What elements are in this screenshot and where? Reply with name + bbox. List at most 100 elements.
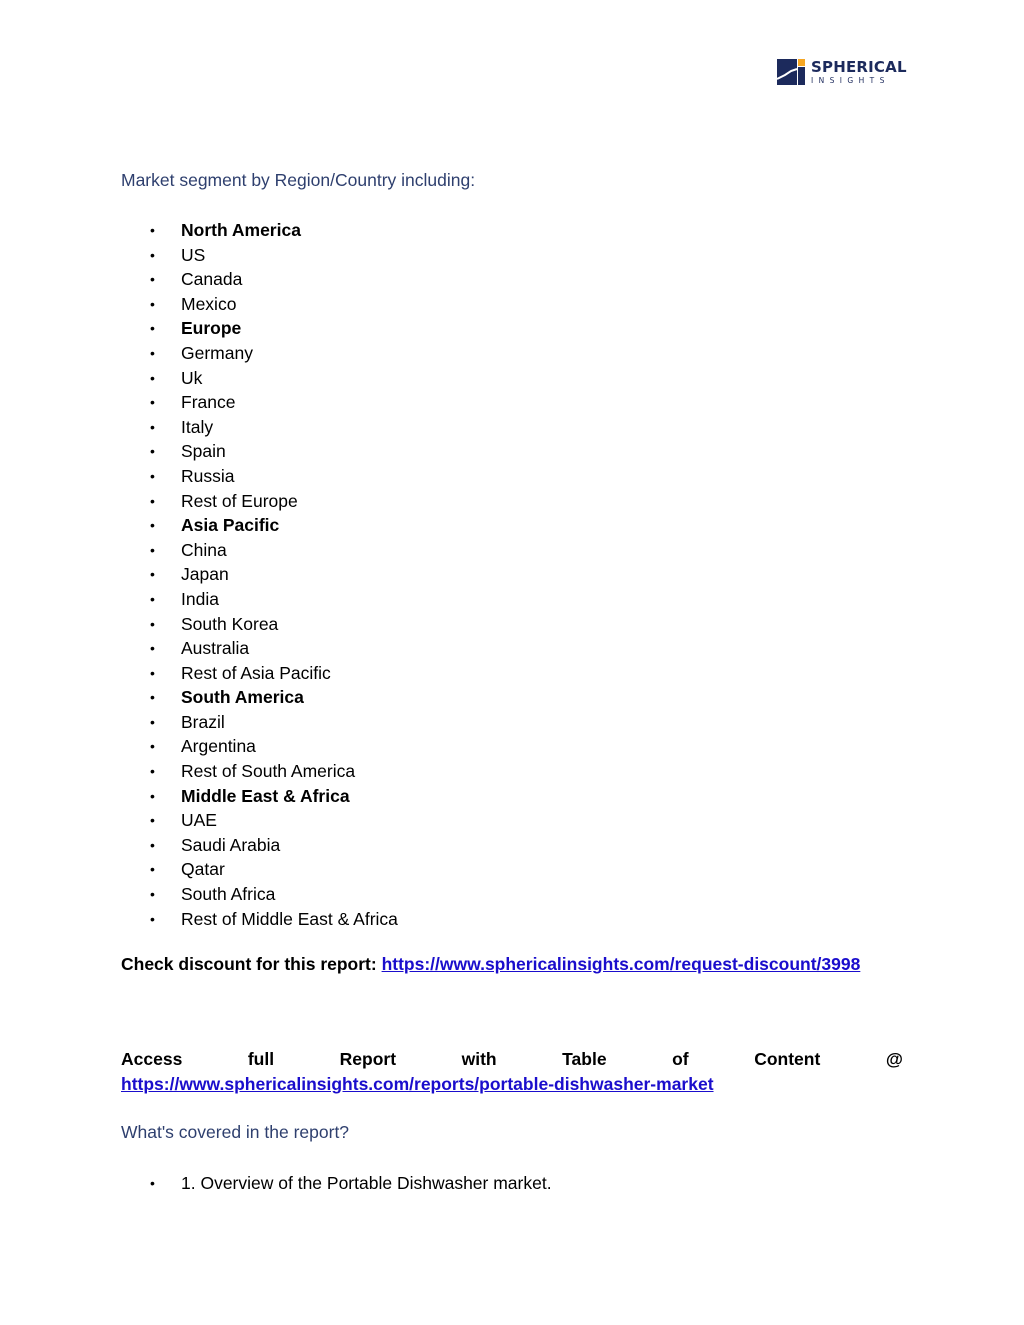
bullet-icon: • [150,615,155,632]
bullet-icon: • [150,443,155,460]
bullet-icon: • [150,222,155,238]
list-item-label: Russia [181,465,235,486]
access-report-line: Access full Report with Table of Content @ [121,1049,903,1070]
bullet-icon: • [150,394,155,411]
discount-label: Check discount for this report: [121,954,382,974]
bullet-icon: • [150,467,155,484]
bullet-icon: • [150,541,155,558]
list-item-label: China [181,539,227,560]
list-item-label: Europe [181,318,242,339]
region-heading-item: • South America [121,685,398,710]
bullet-icon: • [150,369,155,386]
country-item: • Russia [121,464,398,489]
list-item-label: Rest of Asia Pacific [181,662,331,683]
access-word: Content [754,1049,821,1069]
bullet-icon: • [150,640,155,657]
country-item: • Rest of Asia Pacific [121,661,398,686]
list-item-label: US [181,244,206,265]
country-item: • Japan [121,562,398,587]
report-link[interactable]: https://www.sphericalinsights.com/report… [121,1074,714,1094]
list-item-label: UAE [181,810,217,831]
covered-item: • 1. Overview of the Portable Dishwasher … [121,1171,552,1196]
bullet-icon: • [150,295,155,312]
list-item-label: Rest of South America [181,761,356,782]
discount-link[interactable]: https://www.sphericalinsights.com/reques… [382,954,861,974]
list-item-label: Asia Pacific [181,515,280,536]
country-item: • Argentina [121,734,398,759]
spherical-insights-logo: SPHERICAL INSIGHTS [777,59,907,85]
region-heading-item: • Asia Pacific [121,513,398,538]
bullet-icon: • [150,271,155,288]
country-item: • China [121,538,398,563]
list-item-label: Brazil [181,711,225,732]
segment-heading: Market segment by Region/Country includi… [121,170,476,190]
bullet-icon: • [150,689,155,706]
list-item-label: Australia [181,638,250,659]
list-item-label: North America [181,220,301,240]
country-item: • Saudi Arabia [121,833,398,858]
access-word: Report [339,1049,397,1069]
bullet-icon: • [150,664,155,681]
list-item-label: Argentina [181,736,256,757]
country-item: • Qatar [121,857,398,882]
discount-line: Check discount for this report: https://… [121,954,860,975]
region-heading-item: • Europe [121,316,398,341]
list-item-label: France [181,392,236,413]
list-item-label: Qatar [181,859,225,880]
list-item-label: South Africa [181,884,276,905]
region-heading-item: • Middle East & Africa [121,784,398,809]
country-item: • Uk [121,366,398,391]
country-item: • Mexico [121,292,398,317]
country-item: • Spain [121,439,398,464]
bullet-icon: • [150,910,155,927]
list-item-label: India [181,588,219,609]
access-word: full [247,1049,275,1069]
country-item: • France [121,390,398,415]
access-word: of [672,1049,689,1069]
bullet-icon: • [150,1175,155,1191]
logo-mark-icon [777,59,805,85]
access-word: @ [885,1049,903,1069]
bullet-icon: • [150,836,155,853]
access-word: Table [562,1049,607,1069]
country-item: • India [121,587,398,612]
country-item: • UAE [121,808,398,833]
country-item: • Rest of South America [121,759,398,784]
list-item-label: South Korea [181,613,279,634]
list-item-label: Middle East & Africa [181,785,350,806]
bullet-icon: • [150,812,155,829]
list-item-label: Mexico [181,293,237,314]
country-item: • Rest of Middle East & Africa [121,907,398,932]
bullet-icon: • [150,713,155,730]
bullet-icon: • [150,517,155,534]
access-word: Access [121,1049,183,1069]
bullet-icon: • [150,320,155,337]
country-item: • Rest of Europe [121,489,398,514]
covered-item-label: 1. Overview of the Portable Dishwasher m… [181,1173,552,1193]
list-item-label: Uk [181,367,203,388]
bullet-icon: • [150,738,155,755]
bullet-icon: • [150,566,155,583]
list-item-label: Japan [181,564,229,585]
covered-list: • 1. Overview of the Portable Dishwasher … [121,1171,552,1196]
bullet-icon: • [150,492,155,509]
covered-heading: What's covered in the report? [121,1122,350,1142]
report-link-line: https://www.sphericalinsights.com/report… [121,1074,714,1095]
country-item: • South Korea [121,612,398,637]
list-item-label: Spain [181,441,226,462]
country-item: • Italy [121,415,398,440]
country-item: • US [121,243,398,268]
list-item-label: Canada [181,269,243,290]
list-item-label: Italy [181,416,214,437]
list-item-label: Saudi Arabia [181,834,281,855]
list-item-label: South America [181,687,304,708]
bullet-icon: • [150,763,155,780]
country-item: • Brazil [121,710,398,735]
country-item: • South Africa [121,882,398,907]
country-item: • Australia [121,636,398,661]
access-word: with [461,1049,497,1069]
bullet-icon: • [150,886,155,903]
logo-title: SPHERICAL [811,57,907,76]
bullet-icon: • [150,344,155,361]
region-heading-item: • North America [121,218,398,243]
